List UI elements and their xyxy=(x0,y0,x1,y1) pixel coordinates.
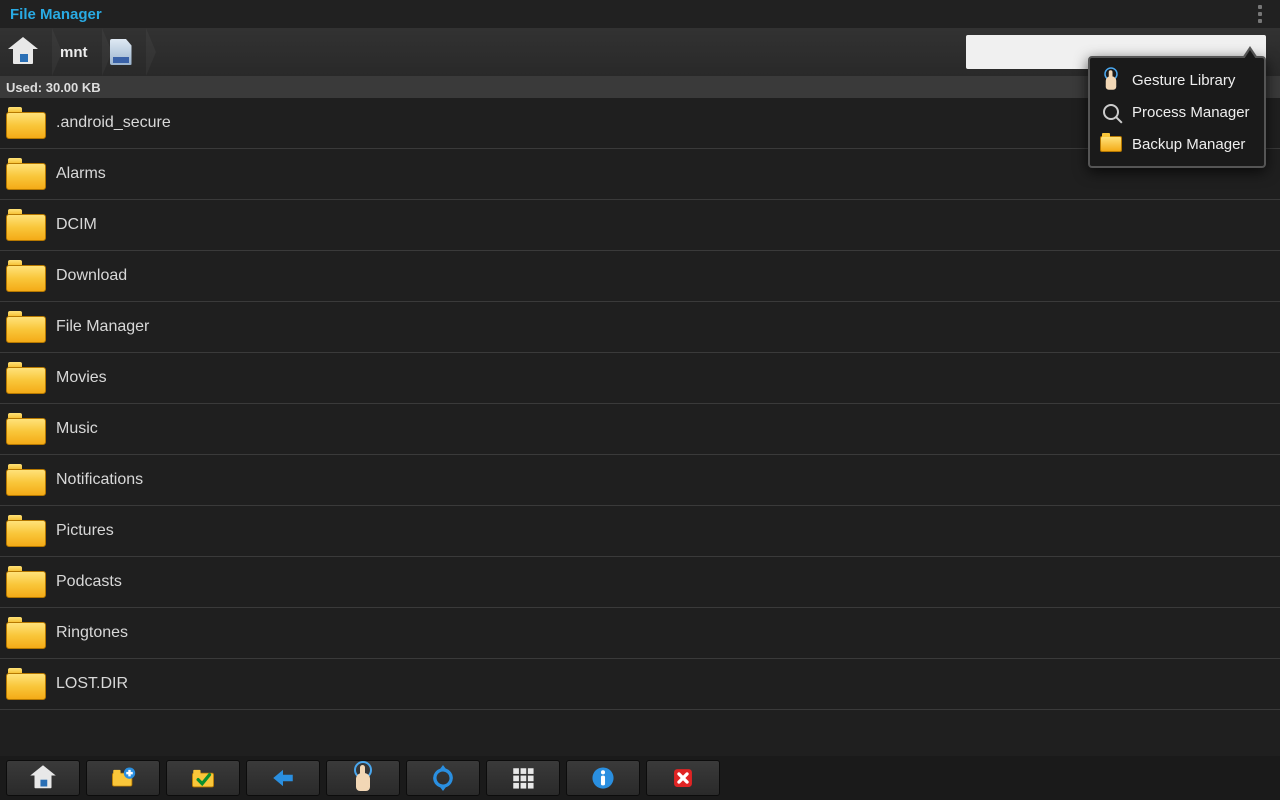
folder-icon xyxy=(6,668,46,700)
new-folder-icon xyxy=(110,765,136,791)
folder-name: DCIM xyxy=(56,216,97,234)
folder-check-icon xyxy=(190,765,216,791)
gesture-icon xyxy=(353,765,373,791)
overflow-popup: Gesture Library Process Manager Backup M… xyxy=(1088,56,1266,168)
gesture-icon xyxy=(1104,70,1119,90)
folder-icon xyxy=(6,107,46,139)
bottom-toolbar xyxy=(0,756,1280,800)
folder-icon xyxy=(6,617,46,649)
folder-icon xyxy=(6,311,46,343)
folder-icon xyxy=(6,566,46,598)
folder-icon xyxy=(6,260,46,292)
overflow-menu-button[interactable] xyxy=(1246,0,1274,28)
app-title: File Manager xyxy=(10,6,102,23)
info-icon xyxy=(590,765,616,791)
folder-icon xyxy=(1100,136,1122,152)
folder-row[interactable]: Ringtones xyxy=(0,608,1280,659)
folder-row[interactable]: Movies xyxy=(0,353,1280,404)
menu-process-manager[interactable]: Process Manager xyxy=(1094,96,1260,128)
toolbar-gesture-button[interactable] xyxy=(326,760,400,796)
toolbar-newfolder-button[interactable] xyxy=(86,760,160,796)
home-icon xyxy=(30,767,56,789)
toolbar-home-button[interactable] xyxy=(6,760,80,796)
folder-row[interactable]: File Manager xyxy=(0,302,1280,353)
menu-label: Process Manager xyxy=(1132,104,1250,121)
toolbar-refresh-button[interactable] xyxy=(406,760,480,796)
toolbar-close-button[interactable] xyxy=(646,760,720,796)
title-bar: File Manager xyxy=(0,0,1280,28)
breadcrumb-sdcard[interactable] xyxy=(102,28,146,76)
refresh-icon xyxy=(430,765,456,791)
folder-name: LOST.DIR xyxy=(56,675,128,693)
folder-name: Movies xyxy=(56,369,107,387)
folder-name: Ringtones xyxy=(56,624,128,642)
folder-row[interactable]: Pictures xyxy=(0,506,1280,557)
sdcard-icon xyxy=(110,39,132,65)
toolbar-grid-button[interactable] xyxy=(486,760,560,796)
folder-icon xyxy=(6,413,46,445)
folder-name: Pictures xyxy=(56,522,114,540)
folder-name: Music xyxy=(56,420,98,438)
folder-row[interactable]: Music xyxy=(0,404,1280,455)
close-icon xyxy=(670,765,696,791)
home-icon xyxy=(8,39,38,65)
file-list[interactable]: .android_secure Alarms DCIM Download File Ma… xyxy=(0,98,1280,756)
breadcrumb-label: mnt xyxy=(60,44,88,61)
arrow-left-icon xyxy=(270,765,296,791)
menu-gesture-library[interactable]: Gesture Library xyxy=(1094,64,1260,96)
folder-row[interactable]: Podcasts xyxy=(0,557,1280,608)
toolbar-select-button[interactable] xyxy=(166,760,240,796)
menu-label: Gesture Library xyxy=(1132,72,1235,89)
menu-label: Backup Manager xyxy=(1132,136,1245,153)
menu-backup-manager[interactable]: Backup Manager xyxy=(1094,128,1260,160)
folder-icon xyxy=(6,362,46,394)
folder-name: .android_secure xyxy=(56,114,171,132)
folder-row[interactable]: Download xyxy=(0,251,1280,302)
folder-icon xyxy=(6,515,46,547)
storage-used-label: Used: 30.00 KB xyxy=(6,80,101,95)
folder-name: Podcasts xyxy=(56,573,122,591)
folder-icon xyxy=(6,209,46,241)
folder-name: Notifications xyxy=(56,471,143,489)
folder-icon xyxy=(6,464,46,496)
folder-icon xyxy=(6,158,46,190)
folder-row[interactable]: LOST.DIR xyxy=(0,659,1280,710)
toolbar-back-button[interactable] xyxy=(246,760,320,796)
breadcrumb-mnt[interactable]: mnt xyxy=(52,28,102,76)
folder-name: File Manager xyxy=(56,318,149,336)
folder-row[interactable]: DCIM xyxy=(0,200,1280,251)
breadcrumb-home[interactable] xyxy=(0,28,52,76)
folder-row[interactable]: Notifications xyxy=(0,455,1280,506)
grid-icon xyxy=(510,765,536,791)
toolbar-info-button[interactable] xyxy=(566,760,640,796)
magnifier-icon xyxy=(1103,104,1119,120)
folder-name: Alarms xyxy=(56,165,106,183)
folder-name: Download xyxy=(56,267,127,285)
